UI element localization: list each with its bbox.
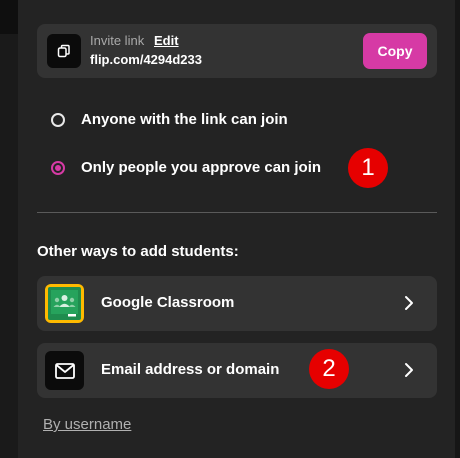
envelope-icon [54,362,75,379]
copy-button[interactable]: Copy [363,33,427,69]
invite-link-label: Invite link [90,33,145,48]
radio-approve-control[interactable] [51,160,65,175]
radio-anyone-label: Anyone with the link can join [81,111,288,128]
link-icon-tile [47,34,81,68]
radio-approve-label: Only people you approve can join [81,159,322,176]
copy-link-icon [57,44,70,58]
google-classroom-label: Google Classroom [101,294,235,311]
google-classroom-tile [45,284,84,323]
invite-link-box: Invite link Edit flip.com/4294d233 Copy [37,24,437,78]
left-edge [0,0,18,458]
email-domain-label: Email address or domain [101,361,280,378]
by-username-link[interactable]: By username [43,416,131,433]
divider [37,212,437,213]
google-classroom-row[interactable]: Google Classroom [37,276,437,331]
chevron-right-icon [405,363,413,377]
email-domain-row[interactable]: Email address or domain [37,343,437,398]
right-edge [455,0,460,458]
annotation-badge-2: 2 [309,349,349,389]
radio-approve[interactable]: Only people you approve can join [51,159,321,176]
edit-link[interactable]: Edit [154,33,179,48]
google-classroom-icon [48,287,81,320]
section-title: Other ways to add students: [37,243,239,260]
chevron-right-icon [405,296,413,310]
radio-anyone-control[interactable] [51,112,65,127]
radio-anyone[interactable]: Anyone with the link can join [51,111,288,128]
invite-url: flip.com/4294d233 [90,52,202,67]
left-edge-strip [0,0,18,34]
email-tile [45,351,84,390]
annotation-badge-1: 1 [348,148,388,188]
